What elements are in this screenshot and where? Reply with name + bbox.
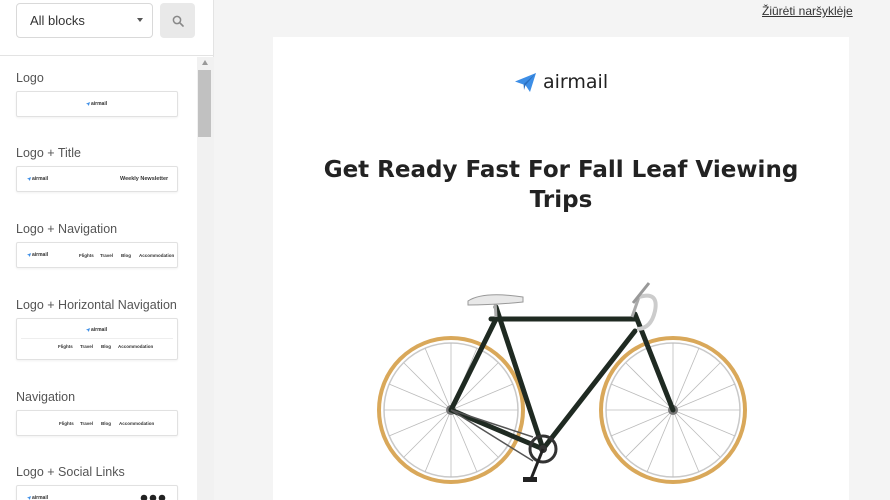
block-preview-logo-horizontal-navigation[interactable]: airmail Flights Travel Blog Accommodatio… xyxy=(16,318,178,360)
block-logo: Logo airmail xyxy=(16,69,178,117)
preview-nav-item: Blog xyxy=(101,421,111,426)
preview-logo-text: airmail xyxy=(32,252,49,258)
preview-nav-item: Flights xyxy=(59,421,74,426)
block-navigation: Navigation Flights Travel Blog Accommoda… xyxy=(16,388,178,436)
blocks-sidebar: All blocks Logo airmail Logo + Title air… xyxy=(0,0,214,500)
block-preview-logo-navigation[interactable]: airmail Flights Travel Blog Accommodatio… xyxy=(16,242,178,268)
sidebar-scrollbar[interactable] xyxy=(197,57,214,500)
paper-plane-icon xyxy=(515,72,536,92)
scroll-up-icon[interactable] xyxy=(202,60,208,65)
paper-plane-icon xyxy=(27,253,31,257)
block-label: Logo + Navigation xyxy=(16,222,118,236)
preview-nav-item: Flights xyxy=(79,253,94,258)
email-headline[interactable]: Get Ready Fast For Fall Leaf Viewing Tri… xyxy=(313,155,809,215)
preview-nav-item: Travel xyxy=(80,421,94,426)
paper-plane-icon xyxy=(86,328,90,332)
block-label: Navigation xyxy=(16,390,76,404)
block-label: Logo + Social Links xyxy=(16,465,125,479)
preview-logo: airmail xyxy=(27,495,48,500)
email-preview-canvas: airmail Get Ready Fast For Fall Leaf Vie… xyxy=(273,37,849,500)
block-preview-logo-social-links[interactable]: airmail xyxy=(16,485,178,500)
block-filter-select[interactable]: All blocks xyxy=(16,3,153,38)
block-logo-title: Logo + Title airmail Weekly Newsletter xyxy=(16,144,178,192)
paper-plane-icon xyxy=(27,496,31,500)
preview-nav-item: Blog xyxy=(101,344,111,349)
view-in-browser-link[interactable]: Žiūrėti naršyklėje xyxy=(762,4,853,18)
preview-logo: airmail xyxy=(86,327,107,333)
preview-nav-item: Accommodation xyxy=(139,253,175,258)
preview-logo-text: airmail xyxy=(32,176,49,182)
scrollbar-thumb[interactable] xyxy=(198,70,211,137)
block-logo-horizontal-navigation: Logo + Horizontal Navigation airmail Fli… xyxy=(16,296,178,360)
preview-logo: airmail xyxy=(27,176,48,182)
preview-title: Weekly Newsletter xyxy=(120,176,169,182)
block-label: Logo + Horizontal Navigation xyxy=(16,298,177,312)
email-logo-text: airmail xyxy=(543,71,609,93)
block-label: Logo + Title xyxy=(16,146,81,160)
preview-nav-item: Travel xyxy=(100,253,114,258)
preview-nav-item: Flights xyxy=(58,344,73,349)
preview-nav-item: Accommodation xyxy=(119,421,155,426)
preview-logo-text: airmail xyxy=(91,101,108,107)
block-preview-logo-title[interactable]: airmail Weekly Newsletter xyxy=(16,166,178,192)
block-filter-value: All blocks xyxy=(30,13,85,28)
blocks-list: Logo airmail Logo + Title airmail Weekly… xyxy=(0,57,197,500)
preview-logo: airmail xyxy=(86,101,107,107)
search-icon xyxy=(172,15,184,27)
preview-divider xyxy=(21,338,173,339)
preview-nav-item: Accommodation xyxy=(118,344,154,349)
preview-logo-text: airmail xyxy=(91,327,108,333)
bicycle-image[interactable] xyxy=(373,259,753,500)
block-preview-logo[interactable]: airmail xyxy=(16,91,178,117)
paper-plane-icon xyxy=(86,102,90,106)
paper-plane-icon xyxy=(27,177,31,181)
sidebar-toolbar: All blocks xyxy=(0,0,213,56)
search-button[interactable] xyxy=(160,3,195,38)
block-logo-social-links: Logo + Social Links airmail xyxy=(16,463,178,500)
chevron-down-icon xyxy=(137,18,143,22)
block-label: Logo xyxy=(16,71,44,85)
preview-nav-item: Blog xyxy=(121,253,131,258)
preview-nav-item: Travel xyxy=(80,344,94,349)
block-preview-navigation[interactable]: Flights Travel Blog Accommodation xyxy=(16,410,178,436)
preview-logo: airmail xyxy=(27,252,48,258)
social-icons xyxy=(140,494,166,500)
email-logo[interactable]: airmail xyxy=(515,70,608,94)
block-logo-navigation: Logo + Navigation airmail Flights Travel… xyxy=(16,220,178,268)
preview-logo-text: airmail xyxy=(32,495,49,500)
